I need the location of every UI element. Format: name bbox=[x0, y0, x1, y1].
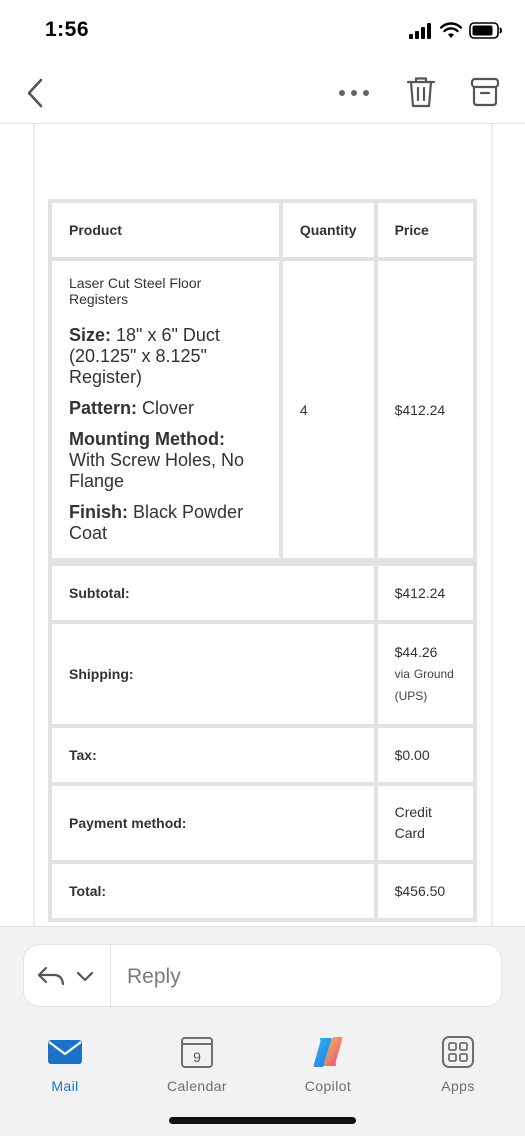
status-bar: 1:56 bbox=[0, 0, 525, 62]
status-time: 1:56 bbox=[45, 18, 90, 41]
tab-calendar[interactable]: 9 Calendar bbox=[147, 1034, 247, 1094]
order-summary-table: Product Quantity Price Laser Cut Steel F… bbox=[48, 199, 477, 922]
back-arrow-icon[interactable] bbox=[22, 76, 52, 110]
table-header-row: Product Quantity Price bbox=[50, 201, 475, 259]
payment-value: Credit Card bbox=[375, 784, 475, 862]
header-product: Product bbox=[50, 201, 281, 259]
pattern-label: Pattern: bbox=[69, 398, 138, 418]
header-quantity: Quantity bbox=[280, 201, 376, 259]
chevron-down-icon[interactable] bbox=[76, 971, 94, 983]
table-row: Laser Cut Steel Floor Registers Size: 18… bbox=[50, 259, 475, 560]
shipping-label: Shipping: bbox=[50, 622, 376, 726]
subtotal-row: Subtotal: $412.24 bbox=[50, 564, 475, 622]
size-label: Size: bbox=[69, 325, 112, 345]
product-mounting: Mounting Method: With Screw Holes, No Fl… bbox=[69, 429, 262, 492]
tax-label: Tax: bbox=[50, 726, 376, 784]
tax-row: Tax: $0.00 bbox=[50, 726, 475, 784]
tab-label: Copilot bbox=[304, 1078, 352, 1094]
calendar-day: 9 bbox=[193, 1049, 201, 1065]
price-value: $412.24 bbox=[375, 259, 475, 560]
total-label: Total: bbox=[50, 862, 376, 920]
shipping-amount: $44.26 bbox=[394, 643, 438, 660]
mail-icon bbox=[48, 1040, 82, 1064]
tab-copilot[interactable]: Copilot bbox=[278, 1034, 378, 1094]
tab-label: Mail bbox=[51, 1078, 79, 1094]
reply-icon[interactable] bbox=[36, 965, 66, 987]
subtotal-label: Subtotal: bbox=[50, 564, 376, 622]
tab-label: Apps bbox=[441, 1078, 475, 1094]
product-cell: Laser Cut Steel Floor Registers Size: 18… bbox=[50, 259, 281, 560]
tab-apps[interactable]: Apps bbox=[408, 1034, 508, 1094]
signal-icon bbox=[409, 22, 431, 39]
message-toolbar bbox=[0, 62, 525, 124]
wifi-icon bbox=[440, 22, 462, 38]
product-name: Laser Cut Steel Floor Registers bbox=[69, 275, 202, 307]
shipping-via: via bbox=[394, 666, 410, 681]
total-value: $456.50 bbox=[375, 862, 475, 920]
home-indicator bbox=[169, 1117, 356, 1124]
total-row: Total: $456.50 bbox=[50, 862, 475, 920]
apps-icon bbox=[442, 1036, 474, 1068]
status-icons bbox=[409, 22, 503, 39]
reply-input[interactable]: Reply bbox=[127, 965, 181, 989]
tax-value: $0.00 bbox=[375, 726, 475, 784]
quantity-value: 4 bbox=[280, 259, 376, 560]
copilot-icon bbox=[313, 1037, 343, 1067]
trash-icon[interactable] bbox=[404, 74, 438, 110]
shipping-row: Shipping: $44.26 via Ground (UPS) bbox=[50, 622, 475, 726]
subtotal-value: $412.24 bbox=[375, 564, 475, 622]
product-size: Size: 18" x 6" Duct (20.125" x 8.125" Re… bbox=[69, 325, 262, 388]
pattern-value: Clover bbox=[142, 398, 195, 418]
tab-label: Calendar bbox=[166, 1078, 227, 1094]
header-price: Price bbox=[375, 201, 475, 259]
reply-area: Reply bbox=[0, 926, 525, 1024]
finish-label: Finish: bbox=[69, 502, 128, 522]
payment-label: Payment method: bbox=[50, 784, 376, 862]
reply-options-button[interactable] bbox=[24, 945, 111, 1008]
shipping-value: $44.26 via Ground (UPS) bbox=[375, 622, 475, 726]
more-options-icon[interactable] bbox=[336, 80, 372, 106]
mounting-label: Mounting Method: bbox=[69, 429, 225, 449]
product-finish: Finish: Black Powder Coat bbox=[69, 502, 262, 544]
battery-icon bbox=[469, 22, 502, 39]
calendar-icon: 9 bbox=[181, 1037, 213, 1068]
archive-icon[interactable] bbox=[468, 74, 502, 110]
mounting-value: With Screw Holes, No Flange bbox=[69, 450, 245, 491]
message-body[interactable]: Product Quantity Price Laser Cut Steel F… bbox=[0, 124, 525, 926]
payment-row: Payment method: Credit Card bbox=[50, 784, 475, 862]
reply-box[interactable]: Reply bbox=[23, 944, 502, 1008]
tab-mail[interactable]: Mail bbox=[15, 1034, 115, 1094]
product-pattern: Pattern: Clover bbox=[69, 398, 262, 419]
